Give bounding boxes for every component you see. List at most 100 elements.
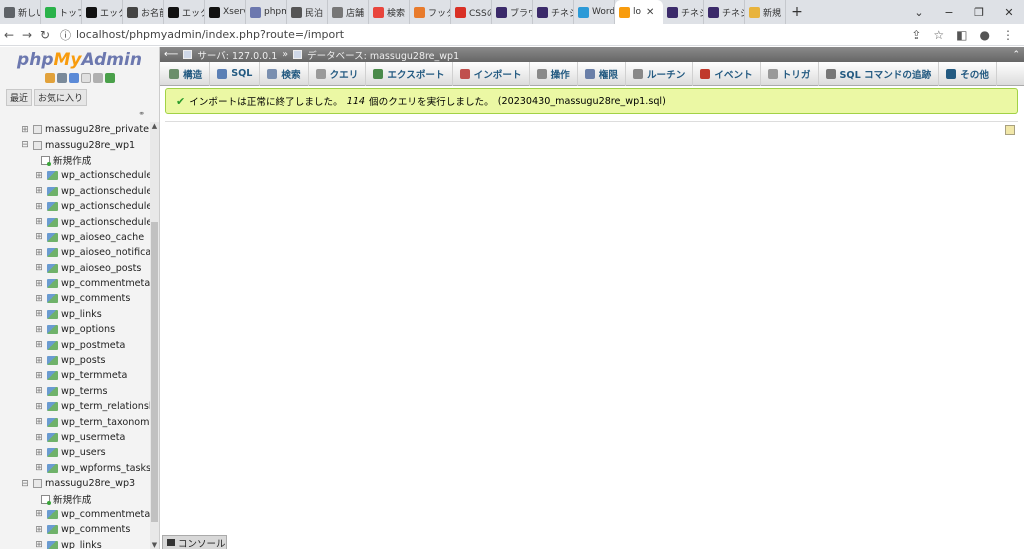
settings-gear-icon[interactable] — [92, 73, 103, 83]
tree-table[interactable]: ⊞ wp_users — [0, 445, 150, 460]
expand-icon[interactable]: ⊞ — [34, 325, 44, 335]
expand-icon[interactable]: ⊞ — [34, 433, 44, 443]
tree-table[interactable]: ⊞ wp_terms — [0, 384, 150, 399]
expand-icon[interactable]: ⊞ — [34, 232, 44, 242]
tree-table[interactable]: ⊞ wp_options — [0, 322, 150, 337]
tree-table[interactable]: ⊞ wp_comments — [0, 522, 150, 537]
close-tab-icon[interactable]: ✕ — [646, 7, 654, 18]
share-icon[interactable]: ⇪ — [911, 28, 921, 42]
tree-scrollbar[interactable]: ▲ ▼ — [150, 122, 159, 549]
expand-icon[interactable]: ⊞ — [34, 509, 44, 519]
browser-tab[interactable]: お名前 — [123, 0, 164, 24]
collapse-icon[interactable]: ⊟ — [20, 479, 30, 489]
tree-label[interactable]: wp_posts — [61, 355, 105, 366]
back-icon[interactable]: ← — [0, 28, 18, 42]
tree-label[interactable]: wp_links — [61, 540, 102, 549]
tree-table[interactable]: ⊞ wp_actionscheduler_ — [0, 199, 150, 214]
scroll-down-arrow-icon[interactable]: ▼ — [150, 541, 159, 549]
expand-icon[interactable]: ⊞ — [34, 171, 44, 181]
tab-sql[interactable]: SQL — [210, 61, 261, 86]
tree-table[interactable]: ⊞ wp_actionscheduler_ — [0, 214, 150, 229]
tree-label[interactable]: wp_terms — [61, 386, 108, 397]
tab-tracking[interactable]: SQL コマンドの追跡 — [819, 61, 940, 86]
tree-label[interactable]: wp_comments — [61, 524, 130, 535]
tree-label[interactable]: wp_actionscheduler_ — [61, 186, 150, 197]
bookmark-star-icon[interactable]: ☆ — [933, 28, 944, 42]
tab-favorites[interactable]: お気に入り — [34, 89, 88, 106]
phpmyadmin-logo[interactable]: phpMyAdmin — [0, 50, 159, 70]
tree-label[interactable]: wp_comments — [61, 293, 130, 304]
tree-table[interactable]: ⊞ wp_links — [0, 307, 150, 322]
logout-icon[interactable] — [56, 73, 67, 83]
side-panel-icon[interactable]: ◧ — [956, 28, 967, 42]
tree-label[interactable]: wp_users — [61, 447, 106, 458]
tab-import[interactable]: インポート — [453, 61, 530, 86]
expand-icon[interactable]: ⊞ — [34, 217, 44, 227]
tab-search-icon[interactable]: ⌄ — [904, 6, 934, 19]
tab-export[interactable]: エクスポート — [366, 61, 453, 86]
url-field[interactable]: ⓘ localhost/phpmyadmin/index.php?route=/… — [60, 27, 344, 43]
browser-tab[interactable]: 店舗 — [328, 0, 369, 24]
tab-recent[interactable]: 最近 — [6, 89, 33, 106]
home-icon[interactable] — [44, 73, 55, 83]
restore-icon[interactable]: ❐ — [964, 6, 994, 19]
console-toggle[interactable]: コンソール — [162, 535, 227, 550]
link-chain-icon[interactable]: ⚭ — [138, 109, 145, 118]
reload-icon[interactable]: ↻ — [36, 28, 54, 42]
tree-table[interactable]: ⊞ wp_termmeta — [0, 368, 150, 383]
more-menu-icon[interactable]: ⋮ — [1002, 28, 1014, 42]
tree-database[interactable]: ⊟ massugu28re_wp1 — [0, 137, 150, 152]
tree-label[interactable]: wp_wpforms_tasks_ — [61, 463, 150, 474]
reload-nav-icon[interactable] — [104, 73, 115, 83]
browser-tab[interactable]: ブラウ — [492, 0, 533, 24]
expand-icon[interactable]: ⌃ — [1012, 50, 1024, 60]
browser-tab[interactable]: フッタ — [410, 0, 451, 24]
expand-icon[interactable]: ⊞ — [34, 340, 44, 350]
tree-label[interactable]: wp_commentmeta — [61, 509, 150, 520]
tree-table[interactable]: ⊞ wp_aioseo_posts — [0, 261, 150, 276]
tree-new-table[interactable]: 新規作成 — [0, 153, 150, 168]
tree-table[interactable]: ⊞ wp_commentmeta — [0, 276, 150, 291]
tree-table[interactable]: ⊞ wp_wpforms_tasks_ — [0, 461, 150, 476]
tree-label[interactable]: 新規作成 — [53, 492, 91, 506]
breadcrumb-server[interactable]: サーバ: 127.0.0.1 — [197, 48, 277, 62]
page-settings-icon[interactable] — [1005, 125, 1015, 135]
collapse-panel-arrow-icon[interactable]: ⟵ — [164, 49, 178, 60]
tree-label[interactable]: wp_termmeta — [61, 370, 127, 381]
expand-icon[interactable]: ⊞ — [20, 125, 30, 135]
expand-icon[interactable]: ⊞ — [34, 248, 44, 258]
browser-tab[interactable]: チネジ — [704, 0, 745, 24]
tree-label[interactable]: wp_commentmeta — [61, 278, 150, 289]
tree-label[interactable]: wp_aioseo_posts — [61, 263, 141, 274]
tab-search[interactable]: 検索 — [260, 61, 309, 86]
close-window-icon[interactable]: ✕ — [994, 6, 1024, 19]
tab-triggers[interactable]: トリガ — [761, 61, 819, 86]
tree-label[interactable]: wp_actionscheduler_ — [61, 217, 150, 228]
browser-tab[interactable]: 新規 — [745, 0, 786, 24]
browser-tab[interactable]: 民泊 — [287, 0, 328, 24]
tab-operations[interactable]: 操作 — [530, 61, 578, 86]
tree-table[interactable]: ⊞ wp_links — [0, 538, 150, 549]
tree-table[interactable]: ⊞ wp_postmeta — [0, 337, 150, 352]
expand-icon[interactable]: ⊞ — [34, 202, 44, 212]
tree-label[interactable]: wp_actionscheduler_ — [61, 201, 150, 212]
tree-label[interactable]: wp_postmeta — [61, 340, 125, 351]
browser-tab[interactable]: CSSの — [451, 0, 492, 24]
expand-icon[interactable]: ⊞ — [34, 309, 44, 319]
expand-icon[interactable]: ⊞ — [34, 417, 44, 427]
expand-icon[interactable]: ⊞ — [34, 186, 44, 196]
browser-tab[interactable]: トップ — [41, 0, 82, 24]
tree-label[interactable]: massugu28re_private — [45, 124, 149, 135]
expand-icon[interactable]: ⊞ — [34, 356, 44, 366]
tab-routines[interactable]: ルーチン — [626, 61, 694, 86]
tree-table[interactable]: ⊞ wp_actionscheduler_ — [0, 168, 150, 183]
expand-icon[interactable]: ⊞ — [34, 263, 44, 273]
browser-tab[interactable]: 検索 — [369, 0, 410, 24]
breadcrumb-database[interactable]: データベース: massugu28re_wp1 — [307, 48, 459, 62]
tree-label[interactable]: wp_aioseo_notificatio — [61, 247, 150, 258]
expand-icon[interactable]: ⊞ — [34, 540, 44, 549]
docs-icon[interactable] — [80, 73, 91, 83]
expand-icon[interactable]: ⊞ — [34, 463, 44, 473]
tree-table[interactable]: ⊞ wp_term_taxonomy — [0, 414, 150, 429]
tree-label[interactable]: massugu28re_wp3 — [45, 478, 135, 489]
